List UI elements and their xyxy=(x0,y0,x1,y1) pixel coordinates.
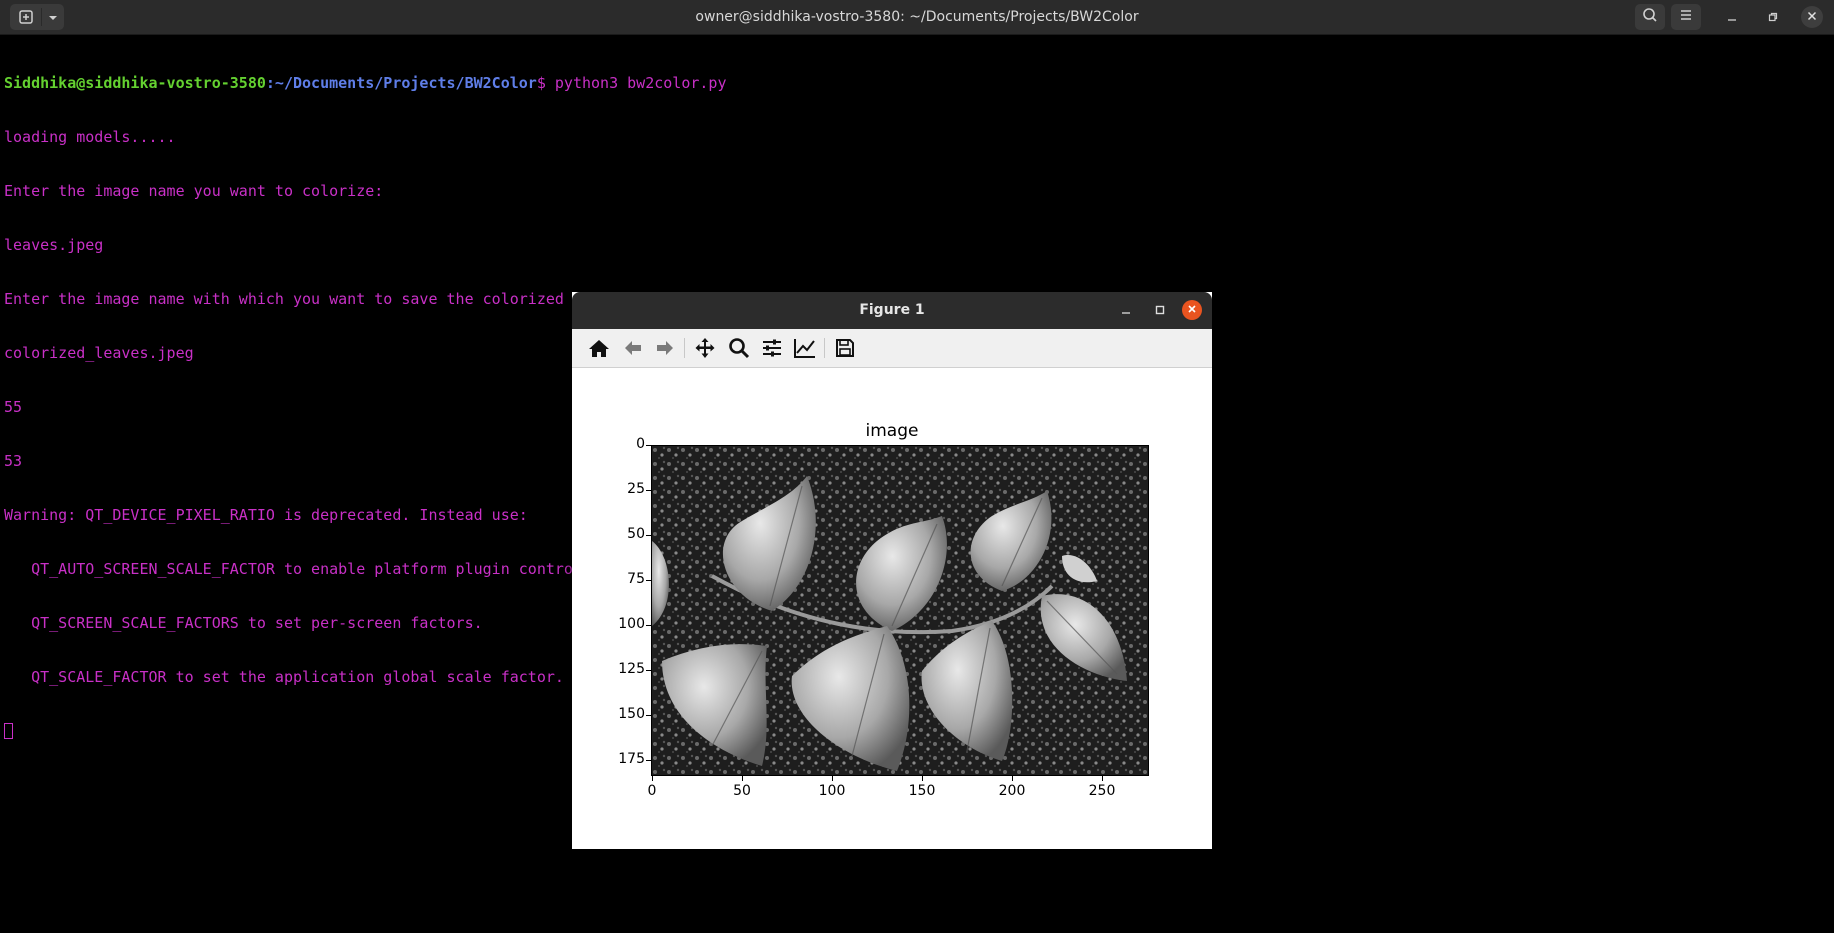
output-line: Enter the image name you want to coloriz… xyxy=(4,182,384,200)
search-icon xyxy=(1642,7,1658,27)
menu-button[interactable] xyxy=(1671,4,1701,30)
x-tick-mark xyxy=(922,776,923,781)
x-tick-label: 100 xyxy=(818,783,846,799)
y-tick-mark xyxy=(646,625,651,626)
close-icon xyxy=(1807,10,1817,24)
y-tick-label: 75 xyxy=(627,571,645,587)
y-tick-mark xyxy=(646,535,651,536)
home-button[interactable] xyxy=(586,336,612,360)
pan-button[interactable] xyxy=(692,336,718,360)
forward-icon xyxy=(655,338,675,358)
search-button[interactable] xyxy=(1635,4,1665,30)
output-line: leaves.jpeg xyxy=(4,236,104,254)
prompt-line: Siddhika@siddhika-vostro-3580:~/Document… xyxy=(4,74,790,92)
x-tick-mark xyxy=(652,776,653,781)
x-tick-label: 150 xyxy=(908,783,936,799)
minimize-icon xyxy=(1727,11,1737,25)
restore-button[interactable] xyxy=(1764,9,1782,27)
y-tick-mark xyxy=(646,670,651,671)
plot-title: image xyxy=(865,421,919,441)
close-icon xyxy=(1187,303,1197,318)
prompt-symbol: $ xyxy=(536,74,555,92)
figure-canvas[interactable]: image 0 25 50 75 100 125 150 175 0 50 10… xyxy=(572,368,1212,849)
y-tick-label: 100 xyxy=(618,616,645,632)
x-tick-mark xyxy=(1012,776,1013,781)
x-tick-mark xyxy=(832,776,833,781)
y-tick-mark xyxy=(646,490,651,491)
command-text: python3 bw2color.py xyxy=(554,74,727,92)
x-tick-mark xyxy=(1102,776,1103,781)
back-button[interactable] xyxy=(620,336,646,360)
y-tick-mark xyxy=(646,715,651,716)
zoom-button[interactable] xyxy=(726,336,752,360)
x-tick-label: 50 xyxy=(733,783,751,799)
terminal-cursor xyxy=(4,723,13,739)
x-tick-label: 250 xyxy=(1088,783,1116,799)
prompt-path: :~/Documents/Projects/BW2Color xyxy=(265,74,537,92)
y-tick-label: 175 xyxy=(618,751,645,767)
zoom-icon xyxy=(728,337,750,359)
figure-close-button[interactable] xyxy=(1182,300,1202,320)
configure-subplots-button[interactable] xyxy=(759,336,785,360)
minimize-icon xyxy=(1121,304,1131,318)
y-tick-mark xyxy=(646,580,651,581)
terminal-titlebar: owner@siddhika-vostro-3580: ~/Documents/… xyxy=(0,0,1834,35)
edit-axis-button[interactable] xyxy=(792,336,818,360)
y-tick-label: 25 xyxy=(627,481,645,497)
save-icon xyxy=(835,338,855,358)
y-tick-label: 50 xyxy=(627,526,645,542)
y-tick-label: 150 xyxy=(618,706,645,722)
edit-axis-icon xyxy=(793,337,817,359)
restore-icon xyxy=(1768,11,1778,25)
y-tick-label: 0 xyxy=(636,436,645,452)
minimize-button[interactable] xyxy=(1723,9,1741,27)
x-tick-mark xyxy=(742,776,743,781)
home-icon xyxy=(588,338,610,358)
y-tick-mark xyxy=(646,760,651,761)
x-tick-label: 200 xyxy=(998,783,1026,799)
hamburger-menu-icon xyxy=(1678,7,1694,27)
output-line: loading models..... xyxy=(4,128,176,146)
y-tick-label: 125 xyxy=(618,661,645,677)
configure-subplots-icon xyxy=(761,337,783,359)
forward-button[interactable] xyxy=(652,336,678,360)
close-button[interactable] xyxy=(1801,6,1823,28)
terminal-title: owner@siddhika-vostro-3580: ~/Documents/… xyxy=(695,9,1139,25)
back-icon xyxy=(623,338,643,358)
pan-icon xyxy=(694,337,716,359)
plot-axes xyxy=(651,445,1149,776)
save-button[interactable] xyxy=(832,336,858,360)
figure-titlebar[interactable]: Figure 1 xyxy=(572,292,1212,329)
figure-minimize-button[interactable] xyxy=(1116,301,1136,321)
prompt-user: Siddhika@siddhika-vostro-3580 xyxy=(4,74,266,92)
x-tick-label: 0 xyxy=(647,783,657,799)
figure-window: Figure 1 image 0 25 50 75 100 125 150 17… xyxy=(572,292,1212,849)
figure-maximize-button[interactable] xyxy=(1150,301,1170,321)
y-tick-mark xyxy=(646,445,651,446)
maximize-icon xyxy=(1155,304,1165,318)
figure-toolbar xyxy=(572,329,1212,368)
leaves-image xyxy=(652,446,1148,775)
